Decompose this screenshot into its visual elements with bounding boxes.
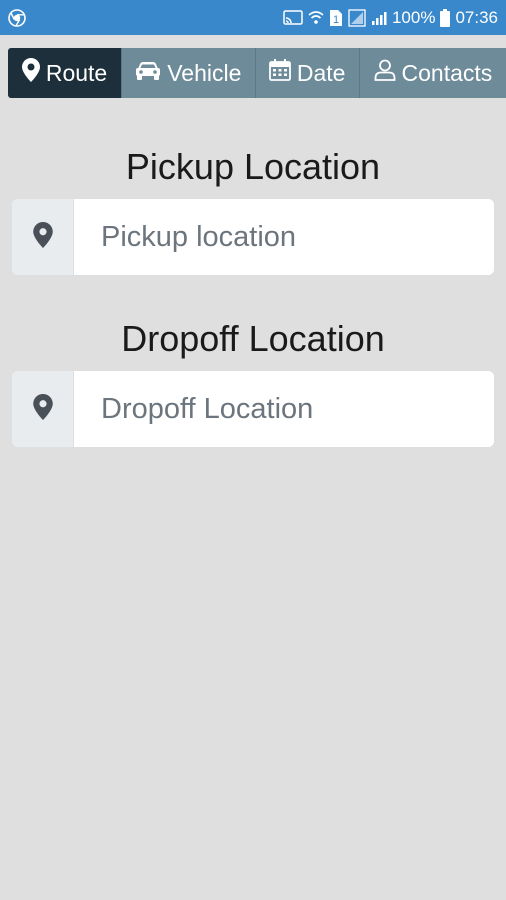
sim-badge-text: 1 — [333, 14, 339, 26]
pickup-addon — [12, 199, 74, 275]
tab-route[interactable]: Route — [8, 48, 123, 98]
chrome-icon — [8, 8, 26, 27]
tab-vehicle[interactable]: Vehicle — [122, 48, 256, 98]
signal-icon — [348, 8, 366, 27]
clock-time: 07:36 — [455, 7, 498, 27]
sim-icon: 1 — [329, 9, 343, 27]
calendar-icon — [268, 59, 291, 87]
dropoff-addon — [12, 371, 74, 447]
tab-contacts-label: Contacts — [401, 59, 493, 86]
dropoff-input-group — [12, 371, 494, 447]
wifi-icon — [308, 10, 324, 26]
dropoff-title: Dropoff Location — [121, 318, 385, 359]
pickup-title: Pickup Location — [125, 146, 381, 187]
map-marker-icon — [32, 221, 53, 253]
pickup-location-input[interactable] — [74, 199, 494, 275]
status-bar: 1 100% 07:36 — [0, 0, 506, 35]
battery-percent: 100% — [391, 7, 436, 27]
tab-vehicle-label: Vehicle — [167, 59, 242, 86]
user-icon — [374, 59, 396, 87]
car-icon — [135, 60, 161, 87]
dropoff-location-input[interactable] — [74, 371, 494, 447]
battery-icon — [440, 8, 451, 27]
tab-contacts[interactable]: Contacts — [359, 48, 506, 98]
map-marker-icon — [21, 58, 40, 88]
tab-route-label: Route — [45, 59, 108, 86]
map-marker-icon — [32, 393, 53, 425]
tab-date-label: Date — [296, 59, 346, 86]
tab-date[interactable]: Date — [255, 48, 360, 98]
cast-icon — [283, 9, 303, 26]
tab-bar: Route Vehicle Date Contacts — [8, 48, 506, 98]
signal-bars-icon — [371, 10, 387, 26]
pickup-input-group — [12, 199, 494, 275]
